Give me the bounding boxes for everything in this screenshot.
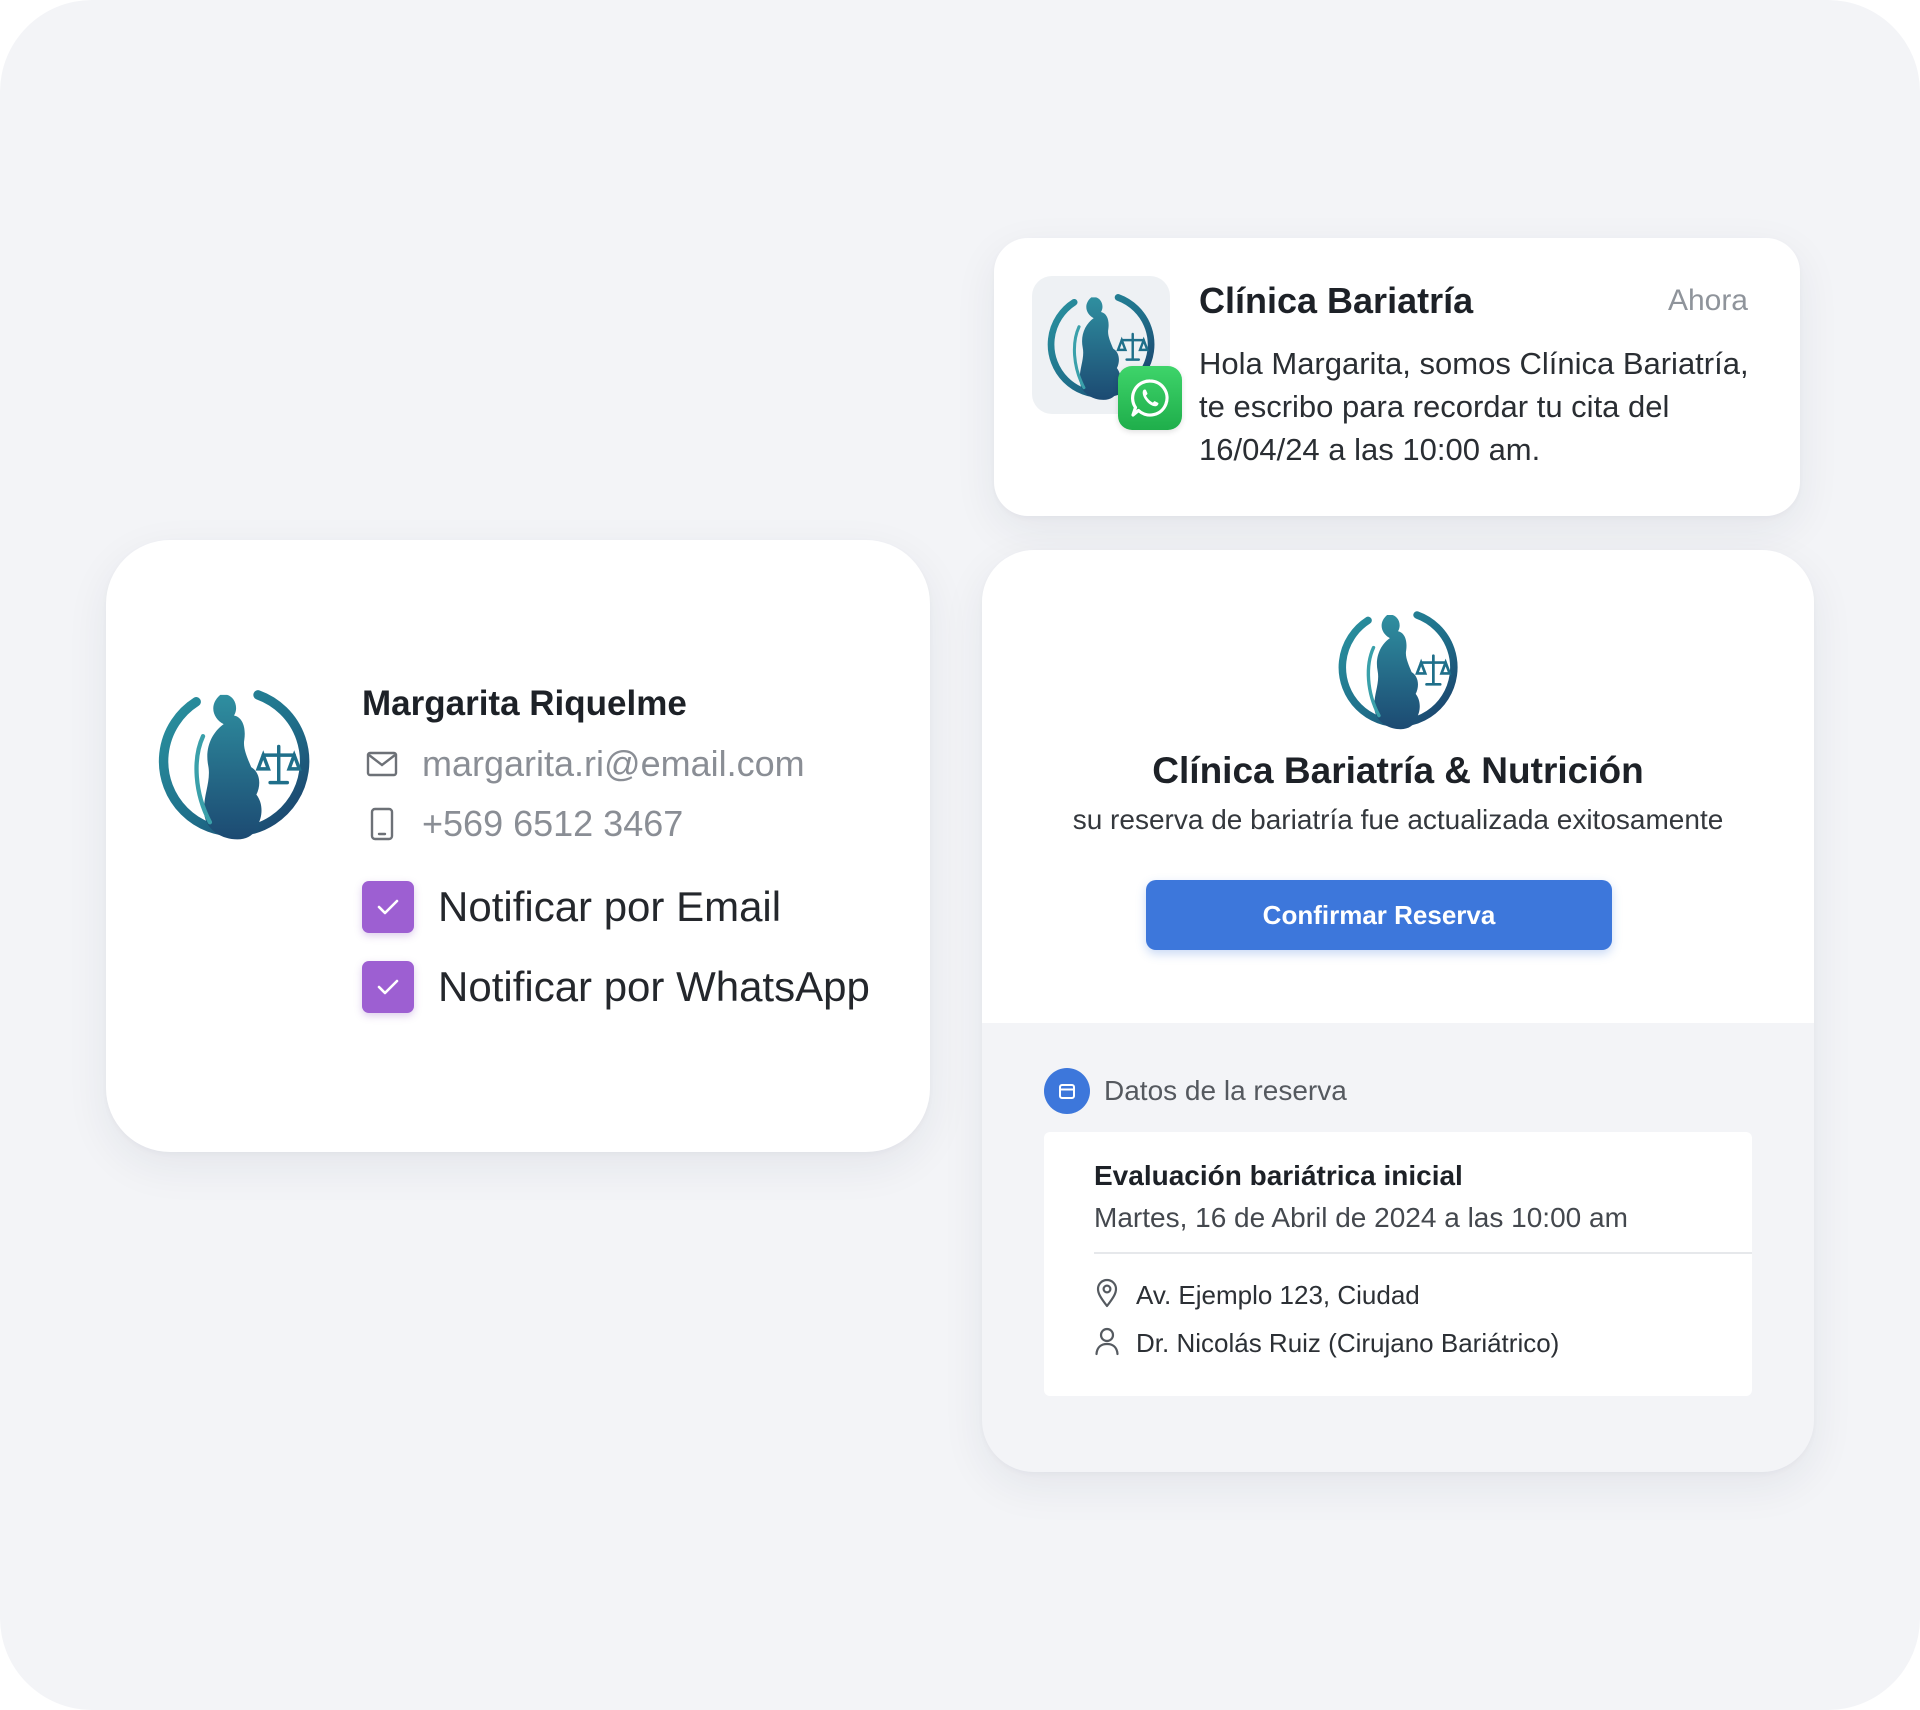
checkmark-icon — [377, 899, 399, 915]
divider — [1094, 1252, 1752, 1254]
clinic-logo — [148, 676, 320, 848]
location-pin-icon — [1094, 1278, 1120, 1313]
booking-doctor: Dr. Nicolás Ruiz (Cirujano Bariátrico) — [1136, 1327, 1560, 1358]
booking-address: Av. Ejemplo 123, Ciudad — [1136, 1279, 1420, 1310]
confirmation-subtitle: su reserva de bariatría fue actualizada … — [1072, 804, 1724, 835]
patient-phone-row: +569 6512 3467 — [362, 802, 683, 846]
notify-email-label[interactable]: Notificar por Email — [438, 883, 781, 931]
whatsapp-icon — [1118, 366, 1182, 430]
clinic-logo — [1330, 600, 1466, 736]
booking-confirmation-card: Clínica Bariatría & Nutrición su reserva… — [982, 550, 1814, 1472]
mail-icon — [362, 744, 402, 784]
booking-doctor-row: Dr. Nicolás Ruiz (Cirujano Bariátrico) — [1094, 1326, 1559, 1360]
patient-email: margarita.ri@email.com — [422, 743, 805, 784]
notify-whatsapp-option[interactable]: Notificar por WhatsApp — [362, 960, 870, 1014]
phone-icon — [362, 804, 402, 844]
confirm-booking-button[interactable]: Confirmar Reserva — [1146, 880, 1612, 950]
patient-phone: +569 6512 3467 — [422, 803, 684, 844]
patient-card: Margarita Riquelme margarita.ri@email.co… — [106, 540, 930, 1152]
booking-address-row: Av. Ejemplo 123, Ciudad — [1094, 1278, 1420, 1312]
notification-sender: Clínica Bariatría — [1199, 280, 1474, 321]
confirmation-header: Clínica Bariatría & Nutrición su reserva… — [982, 550, 1814, 1023]
calendar-icon — [1044, 1068, 1090, 1114]
whatsapp-notification[interactable]: Clínica Bariatría Ahora Hola Margarita, … — [994, 238, 1800, 516]
notify-email-option[interactable]: Notificar por Email — [362, 880, 781, 934]
notify-whatsapp-label[interactable]: Notificar por WhatsApp — [438, 963, 870, 1011]
booking-datetime: Martes, 16 de Abril de 2024 a las 10:00 … — [1094, 1202, 1628, 1233]
patient-name: Margarita Riquelme — [362, 684, 687, 723]
notify-email-checkbox[interactable] — [362, 881, 414, 933]
user-icon — [1094, 1326, 1120, 1361]
notification-time: Ahora — [1667, 284, 1748, 317]
booking-details-box: Evaluación bariátrica inicial Martes, 16… — [1044, 1132, 1752, 1396]
notify-whatsapp-checkbox[interactable] — [362, 961, 414, 1013]
patient-email-row: margarita.ri@email.com — [362, 742, 805, 786]
checkmark-icon — [377, 979, 399, 995]
page-background: Margarita Riquelme margarita.ri@email.co… — [0, 0, 1920, 1710]
booking-details-heading: Datos de la reserva — [1044, 1068, 1347, 1114]
booking-details-title: Datos de la reserva — [1104, 1075, 1347, 1106]
clinic-name: Clínica Bariatría & Nutrición — [1152, 750, 1644, 791]
booking-service: Evaluación bariátrica inicial — [1094, 1160, 1463, 1191]
notification-message: Hola Margarita, somos Clínica Bariatría,… — [1199, 346, 1749, 467]
